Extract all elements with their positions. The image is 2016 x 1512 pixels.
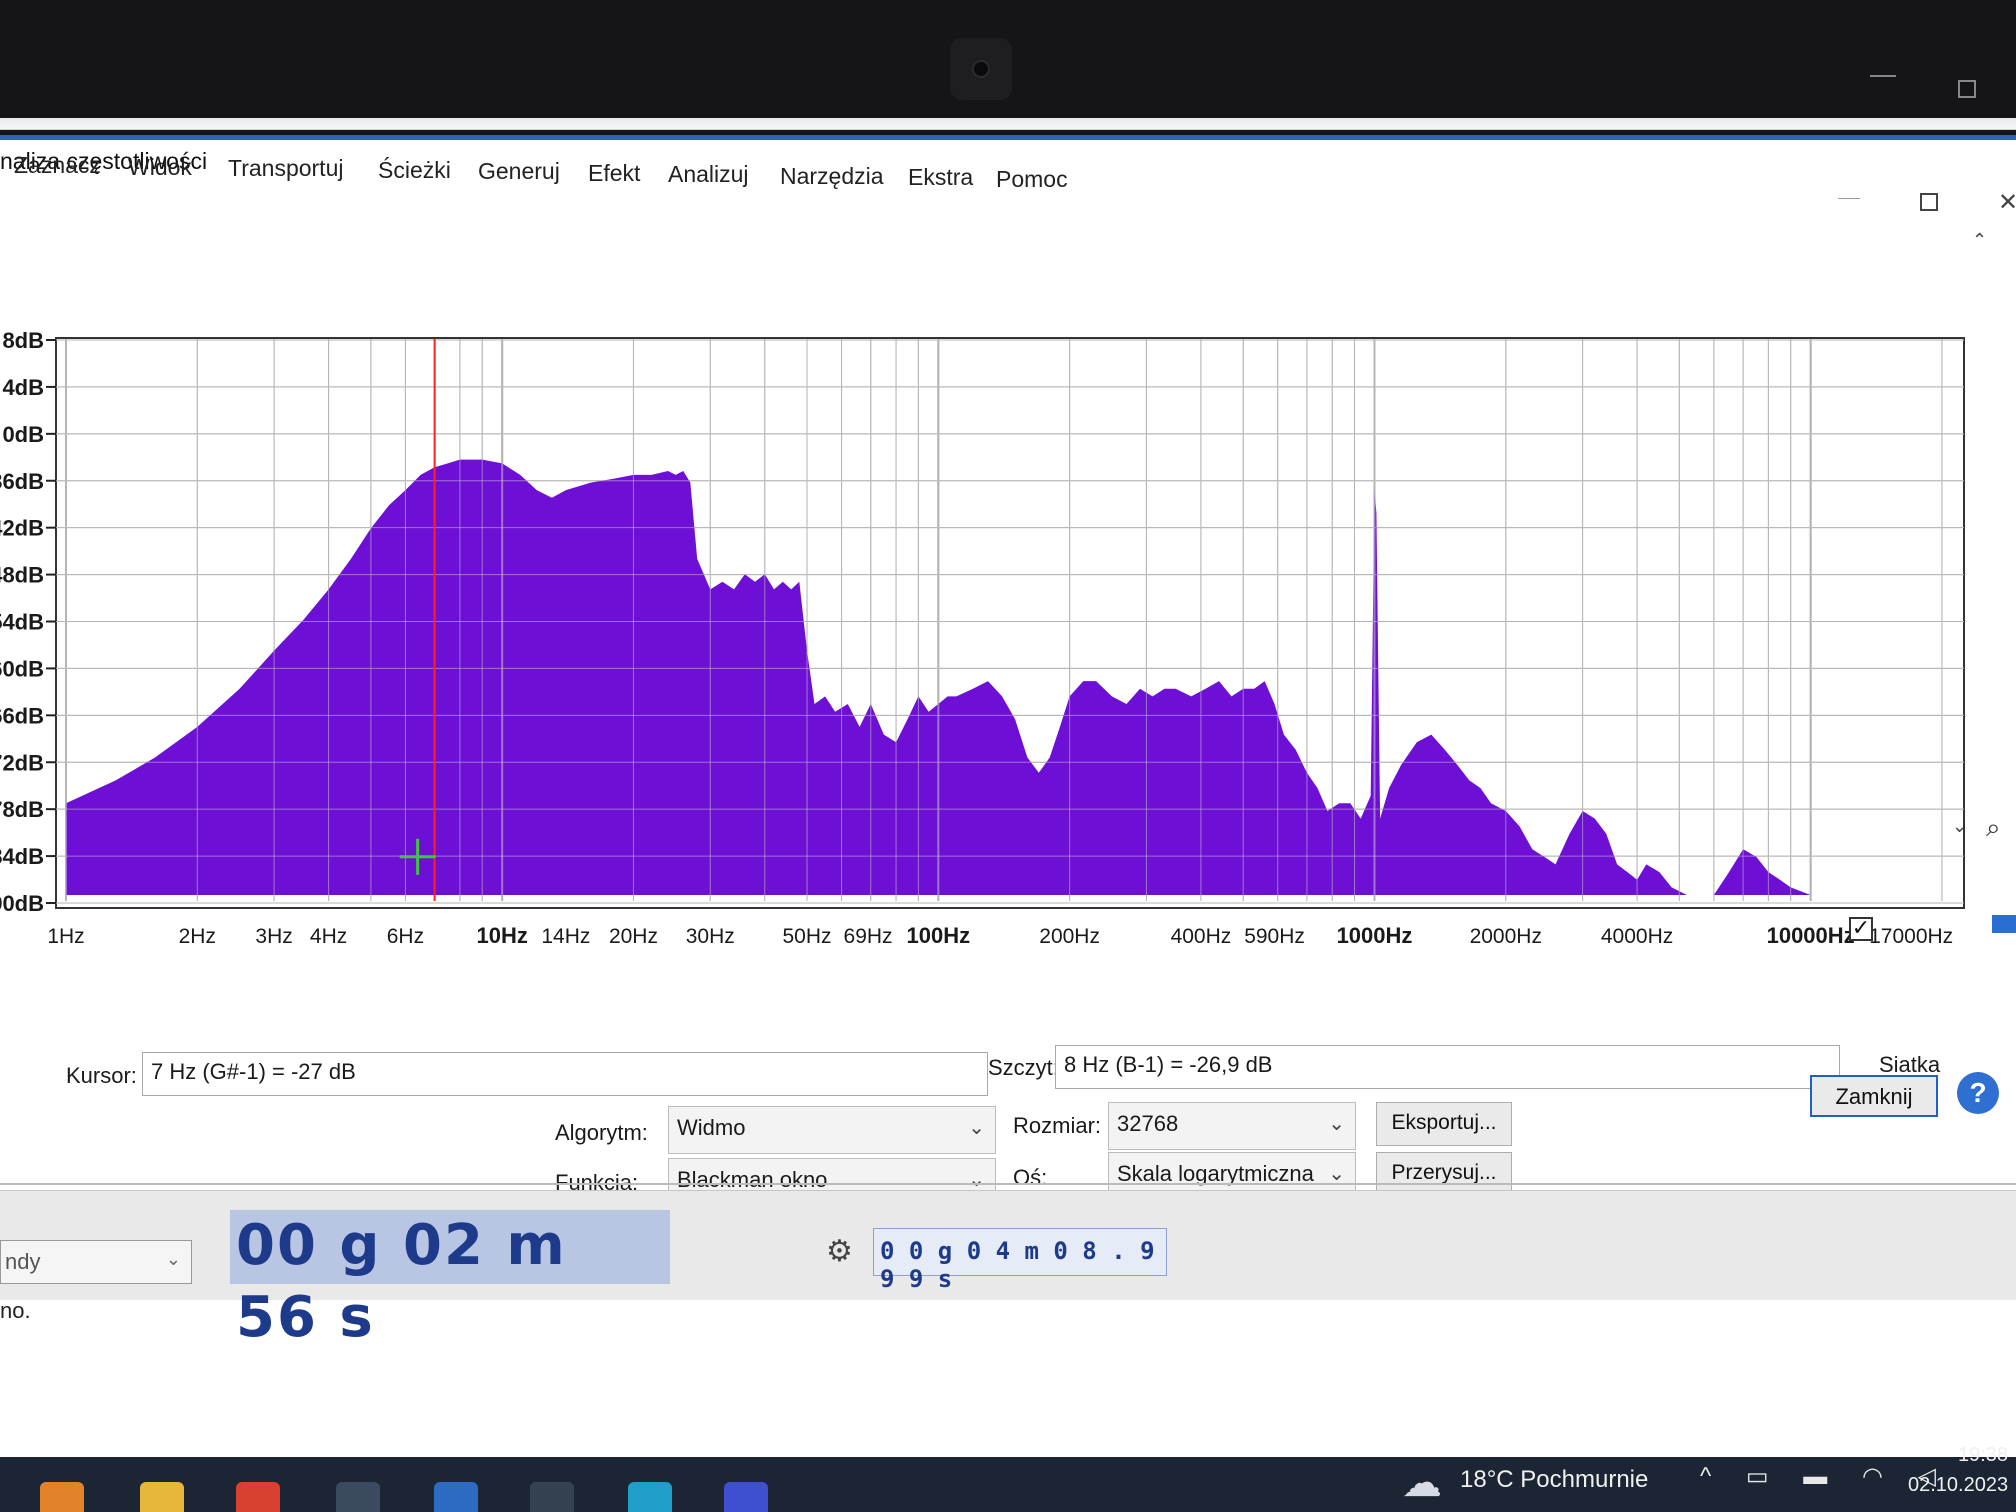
- menu-item[interactable]: Analizuj: [668, 161, 749, 188]
- x-tick-label: 100Hz: [907, 923, 971, 948]
- menu-item[interactable]: Zaznacz: [14, 152, 101, 179]
- clock[interactable]: 19:38 02.10.2023: [1908, 1440, 2008, 1500]
- y-tick-label: 72dB: [0, 750, 44, 775]
- gear-icon[interactable]: ⚙: [826, 1234, 853, 1269]
- x-tick-label: 69Hz: [844, 925, 893, 948]
- x-tick-label: 200Hz: [1039, 925, 1100, 948]
- y-tick-label: 4dB: [2, 375, 44, 400]
- menu-item[interactable]: Generuj: [478, 158, 560, 185]
- cloud-icon: ☁: [1402, 1461, 1442, 1505]
- menu-bar: [0, 65, 2016, 125]
- x-axis-labels: 1Hz 2Hz 3Hz 4Hz 6Hz 10Hz 14Hz 20Hz 30Hz 50Hz 69Hz 1…: [47, 923, 1953, 948]
- size-label: Rozmiar:: [1013, 1113, 1102, 1138]
- x-tick-label: 2Hz: [179, 925, 216, 948]
- weather-text: 18°C Pochmurnie: [1460, 1466, 1649, 1493]
- cursor-label: Kursor:: [66, 1063, 137, 1088]
- chevron-down-icon: ⌄: [968, 1169, 985, 1191]
- window-maximize-icon[interactable]: [1958, 80, 1976, 98]
- chevron-down-icon: ⌄: [165, 1249, 181, 1269]
- y-tick-label: 84dB: [0, 844, 44, 869]
- menu-item[interactable]: Narzędzia: [780, 163, 884, 190]
- y-tick-label: 36dB: [0, 469, 44, 494]
- x-tick-label: 400Hz: [1171, 925, 1232, 948]
- y-tick-label: 42dB: [0, 516, 44, 541]
- window-minimize-icon[interactable]: [1870, 75, 1896, 77]
- audacity-icon[interactable]: [724, 1482, 768, 1512]
- y-tick-label: 90dB: [0, 891, 44, 916]
- size-value: 32768: [1117, 1111, 1179, 1136]
- snap-select[interactable]: ndy ⌄: [0, 1240, 192, 1284]
- selection-time-display[interactable]: 0 0 g 0 4 m 0 8 . 9 9 9 s: [873, 1228, 1167, 1293]
- x-tick-label: 14Hz: [541, 925, 590, 948]
- algorithm-select[interactable]: Widmo ⌄: [668, 1106, 996, 1154]
- size-select[interactable]: 32768 ⌄: [1108, 1102, 1356, 1150]
- algorithm-value: Widmo: [677, 1115, 746, 1140]
- scroll-thumb[interactable]: [1992, 915, 2016, 933]
- outlook-icon[interactable]: [434, 1482, 478, 1512]
- x-tick-label: 30Hz: [686, 925, 735, 948]
- file-explorer-icon[interactable]: [140, 1482, 184, 1512]
- close-button[interactable]: Zamknij: [1810, 1075, 1938, 1117]
- y-tick-label: 60dB: [0, 656, 44, 681]
- export-button[interactable]: Eksportuj...: [1376, 1102, 1512, 1146]
- x-tick-label: 1Hz: [47, 925, 84, 948]
- chrome-icon[interactable]: [236, 1482, 280, 1512]
- grid-checkbox[interactable]: ✓: [1849, 917, 1873, 941]
- dialog-bottom-edge: [0, 1183, 2016, 1185]
- menu-item[interactable]: Ścieżki: [378, 157, 451, 184]
- app-icon-2[interactable]: [530, 1482, 574, 1512]
- algorithm-label: Algorytm:: [555, 1120, 648, 1145]
- y-tick-label: 8dB: [2, 328, 44, 353]
- x-tick-label: 10Hz: [476, 923, 527, 948]
- x-tick-label: 4000Hz: [1601, 925, 1673, 948]
- y-tick-label: 78dB: [0, 797, 44, 822]
- snap-value: ndy: [5, 1249, 41, 1274]
- status-bar-text: no.: [0, 1298, 31, 1323]
- axis-label: Oś:: [1013, 1165, 1048, 1190]
- x-tick-label: 2000Hz: [1470, 925, 1542, 948]
- menu-item[interactable]: Pomoc: [996, 166, 1068, 193]
- x-tick-label: 590Hz: [1244, 925, 1305, 948]
- y-tick-label: 54dB: [0, 610, 44, 635]
- clock-time: 19:38: [1957, 1444, 2008, 1466]
- menu-item[interactable]: Efekt: [588, 160, 640, 187]
- audio-position-display[interactable]: 00 g 02 m 56 s: [230, 1210, 670, 1350]
- x-tick-label: 6Hz: [387, 925, 424, 948]
- firefox-icon[interactable]: [40, 1482, 84, 1512]
- x-tick-label: 10000Hz: [1767, 923, 1855, 948]
- cursor-field: 7 Hz (G#-1) = -27 dB: [142, 1052, 988, 1096]
- clock-date: 02.10.2023: [1908, 1474, 2009, 1496]
- menu-item[interactable]: Widok: [128, 154, 192, 181]
- function-value: Blackman okno: [677, 1167, 828, 1192]
- peak-label: Szczyt:: [988, 1055, 1059, 1080]
- y-tick-label: 0dB: [2, 422, 44, 447]
- spectrum-plot[interactable]: 8dB 4dB 0dB 36dB 42dB 48dB 54dB 60dB 66dB 72dB 78d…: [0, 195, 2016, 1015]
- zoom-icon[interactable]: ⌕: [1986, 812, 2001, 844]
- menu-item[interactable]: Transportuj: [228, 155, 343, 182]
- chevron-down-icon: ⌄: [968, 1117, 985, 1139]
- x-tick-label: 17000Hz: [1869, 925, 1953, 948]
- x-tick-label: 1000Hz: [1337, 923, 1413, 948]
- x-tick-label: 50Hz: [783, 925, 832, 948]
- y-axis-labels: 8dB 4dB 0dB 36dB 42dB 48dB 54dB 60dB 66dB 72dB 78d…: [0, 328, 56, 916]
- main-toolbar: [0, 118, 2016, 130]
- help-icon[interactable]: ?: [1957, 1072, 1999, 1114]
- app-icon[interactable]: [336, 1482, 380, 1512]
- x-tick-label: 4Hz: [310, 925, 347, 948]
- y-tick-label: 48dB: [0, 563, 44, 588]
- scroll-up-icon[interactable]: ⌃: [1972, 230, 1987, 251]
- x-tick-label: 3Hz: [255, 925, 292, 948]
- edge-icon[interactable]: [628, 1482, 672, 1512]
- menu-item[interactable]: Ekstra: [908, 164, 973, 191]
- peak-field: 8 Hz (B-1) = -26,9 dB: [1055, 1045, 1840, 1089]
- x-tick-label: 20Hz: [609, 925, 658, 948]
- y-tick-label: 66dB: [0, 703, 44, 728]
- chevron-down-icon: ⌄: [1328, 1113, 1345, 1135]
- scroll-down-icon[interactable]: ⌄: [1952, 816, 1967, 837]
